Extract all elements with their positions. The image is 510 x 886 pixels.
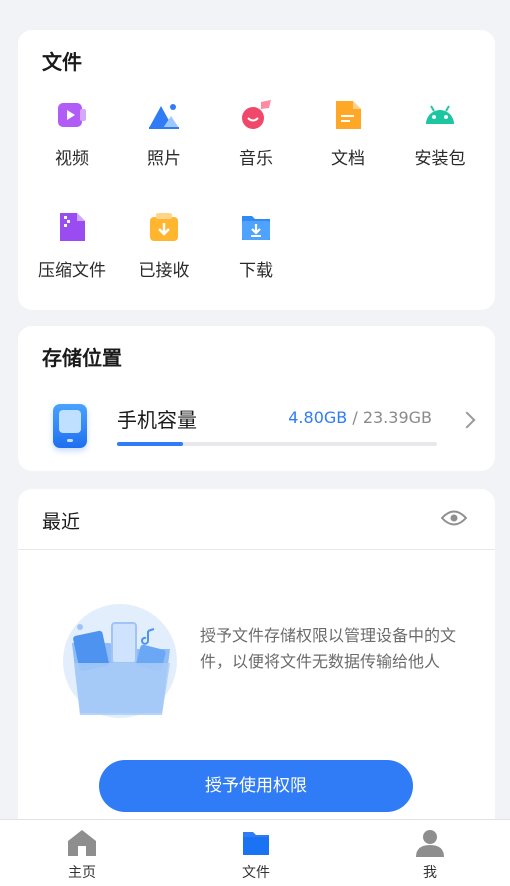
- storage-separator: /: [347, 408, 363, 427]
- nav-label: 我: [423, 865, 437, 881]
- storage-device-name: 手机容量: [117, 408, 197, 432]
- bottom-navigation: 主页 文件 我: [0, 819, 510, 886]
- android-package-icon: [423, 98, 457, 132]
- category-label: 照片: [147, 149, 181, 169]
- download-folder-icon: [239, 210, 273, 244]
- photo-icon: [147, 98, 181, 132]
- home-icon: [67, 828, 97, 858]
- category-label: 下载: [239, 261, 273, 281]
- category-label: 安装包: [414, 149, 466, 169]
- eye-icon[interactable]: [440, 509, 468, 527]
- category-archive[interactable]: 压缩文件: [26, 210, 118, 281]
- category-label: 压缩文件: [38, 261, 106, 281]
- profile-icon: [415, 828, 445, 858]
- files-title: 文件: [42, 50, 82, 74]
- nav-me[interactable]: 我: [390, 828, 470, 882]
- category-label: 已接收: [138, 261, 190, 281]
- category-document[interactable]: 文档: [302, 98, 394, 169]
- received-icon: [147, 210, 181, 244]
- document-icon: [331, 98, 365, 132]
- recent-card: 最近 授予文件存储权限以管理设备中的文件，以便将文件无数据传输给他人 授予使用权…: [18, 489, 495, 829]
- music-icon: [239, 98, 273, 132]
- category-music[interactable]: 音乐: [210, 98, 302, 169]
- category-label: 音乐: [239, 149, 273, 169]
- storage-used-value: 4.80GB: [288, 408, 348, 427]
- nav-home[interactable]: 主页: [42, 828, 122, 882]
- nav-files[interactable]: 文件: [216, 828, 296, 882]
- files-card: 文件 视频 照片 音乐 文档 安装包 压缩文件 已接收 下载: [18, 30, 495, 310]
- category-video[interactable]: 视频: [26, 98, 118, 169]
- file-permission-illustration: [62, 603, 178, 719]
- category-download[interactable]: 下载: [210, 210, 302, 281]
- category-apk[interactable]: 安装包: [394, 98, 486, 169]
- storage-title: 存储位置: [42, 346, 122, 370]
- storage-progress-fill: [117, 442, 183, 446]
- storage-progress-bar: [117, 442, 437, 446]
- nav-label: 主页: [68, 865, 96, 881]
- folder-icon: [241, 828, 271, 858]
- grant-permission-button[interactable]: 授予使用权限: [99, 760, 413, 812]
- permission-description: 授予文件存储权限以管理设备中的文件，以便将文件无数据传输给他人: [200, 626, 457, 671]
- phone-icon: [53, 404, 87, 448]
- nav-label: 文件: [242, 865, 270, 881]
- storage-total-value: 23.39GB: [362, 408, 432, 427]
- video-icon: [55, 98, 89, 132]
- storage-card: 存储位置 手机容量 4.80GB / 23.39GB: [18, 326, 495, 471]
- storage-usage: 4.80GB / 23.39GB: [288, 408, 432, 427]
- category-label: 文档: [331, 149, 365, 169]
- category-label: 视频: [55, 149, 89, 169]
- divider: [18, 549, 495, 550]
- category-received[interactable]: 已接收: [118, 210, 210, 281]
- category-photo[interactable]: 照片: [118, 98, 210, 169]
- archive-icon: [55, 210, 89, 244]
- recent-title: 最近: [42, 511, 81, 533]
